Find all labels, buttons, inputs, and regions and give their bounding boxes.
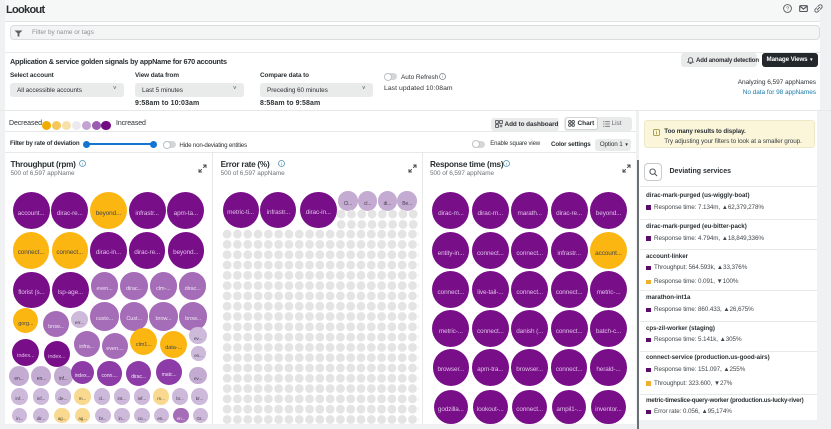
svg-text:i: i [442, 74, 443, 79]
svg-text:?: ? [786, 6, 789, 12]
svg-text:i: i [280, 161, 281, 167]
svg-text:i: i [505, 161, 506, 167]
svg-text:i: i [82, 161, 83, 167]
